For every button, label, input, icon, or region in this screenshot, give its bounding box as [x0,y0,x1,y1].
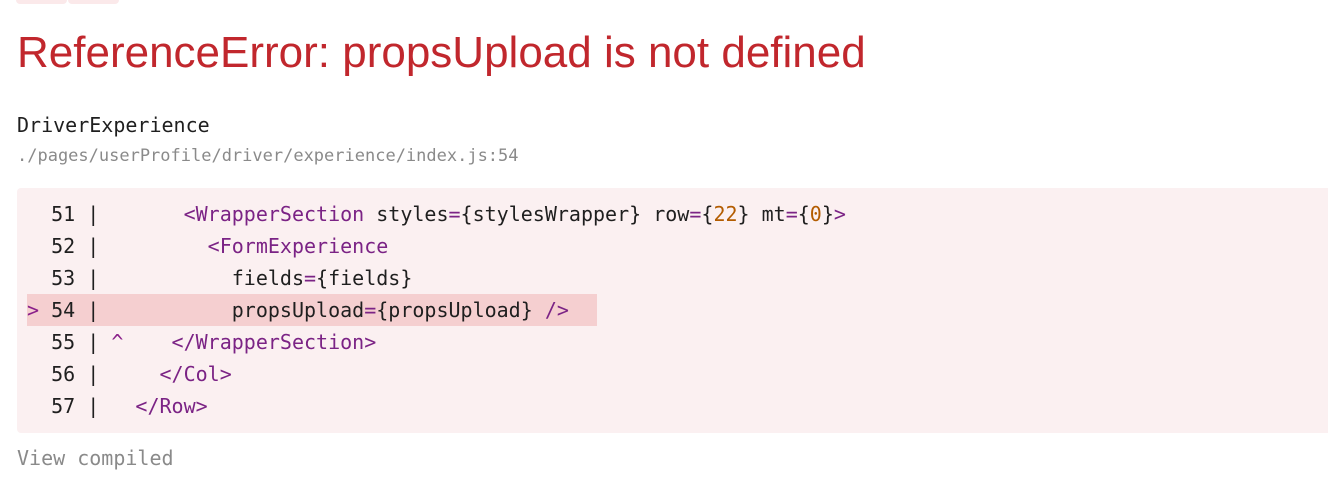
line-number: 55 | [51,330,112,354]
code-token: 0 [809,202,822,226]
code-token: <FormExperience [207,234,389,258]
code-token: = [689,202,702,226]
line-marker: > [27,298,52,322]
code-token: </Row> [135,394,208,418]
code-token: = [364,298,377,322]
code-token: /> [532,298,569,322]
code-line: 53 | fields={fields} [27,262,412,294]
overlay-tab[interactable] [68,0,119,4]
error-caret [111,298,123,322]
code-token: { [797,202,810,226]
error-caret [111,202,123,226]
line-marker [27,330,51,354]
code-token: {stylesWrapper} [460,202,642,226]
overlay-tab[interactable] [16,0,67,4]
line-number: 54 | [51,298,112,322]
error-caret [111,266,123,290]
code-token: { [701,202,714,226]
code-token: 22 [713,202,738,226]
code-token: = [303,266,317,290]
code-token: <WrapperSection [183,202,365,226]
code-token: } [737,202,750,226]
code-token: } [821,202,834,226]
code-token: styles [364,202,449,226]
code-token: = [785,202,798,226]
overlay-tab-strip [16,0,119,4]
line-marker [27,362,51,386]
error-caret [111,394,123,418]
code-line: 55 | ^ </WrapperSection> [27,326,376,358]
code-token: fields [231,266,304,290]
code-line-highlighted: > 54 | propsUpload={propsUpload} /> [27,294,597,326]
line-number: 56 | [51,362,112,386]
code-line: 56 | </Col> [27,358,232,390]
line-marker [27,202,51,226]
code-line: 52 | <FormExperience [27,230,388,262]
code-token: = [448,202,461,226]
line-number: 51 | [51,202,112,226]
code-token: > [833,202,846,226]
error-caret: ^ [111,330,124,354]
code-frame: 51 | <WrapperSection styles={stylesWrapp… [17,188,1328,433]
code-token: mt [749,202,786,226]
code-line: 51 | <WrapperSection styles={stylesWrapp… [27,198,846,230]
line-number: 57 | [51,394,112,418]
code-token: {propsUpload} [376,298,533,322]
error-caret [111,234,123,258]
line-marker [27,266,51,290]
code-token: {fields} [316,266,413,290]
line-number: 52 | [51,234,112,258]
code-token: </WrapperSection> [171,330,377,354]
code-token: </Col> [159,362,232,386]
component-name: DriverExperience [17,113,210,137]
error-caret [111,362,123,386]
code-token: propsUpload [231,298,365,322]
line-marker [27,234,51,258]
error-title: ReferenceError: propsUpload is not defin… [17,28,866,77]
code-token: row [641,202,690,226]
view-compiled-link[interactable]: View compiled [17,444,174,472]
line-marker [27,394,51,418]
code-line: 57 | </Row> [27,390,208,422]
line-number: 53 | [51,266,112,290]
file-path: ./pages/userProfile/driver/experience/in… [17,146,519,166]
